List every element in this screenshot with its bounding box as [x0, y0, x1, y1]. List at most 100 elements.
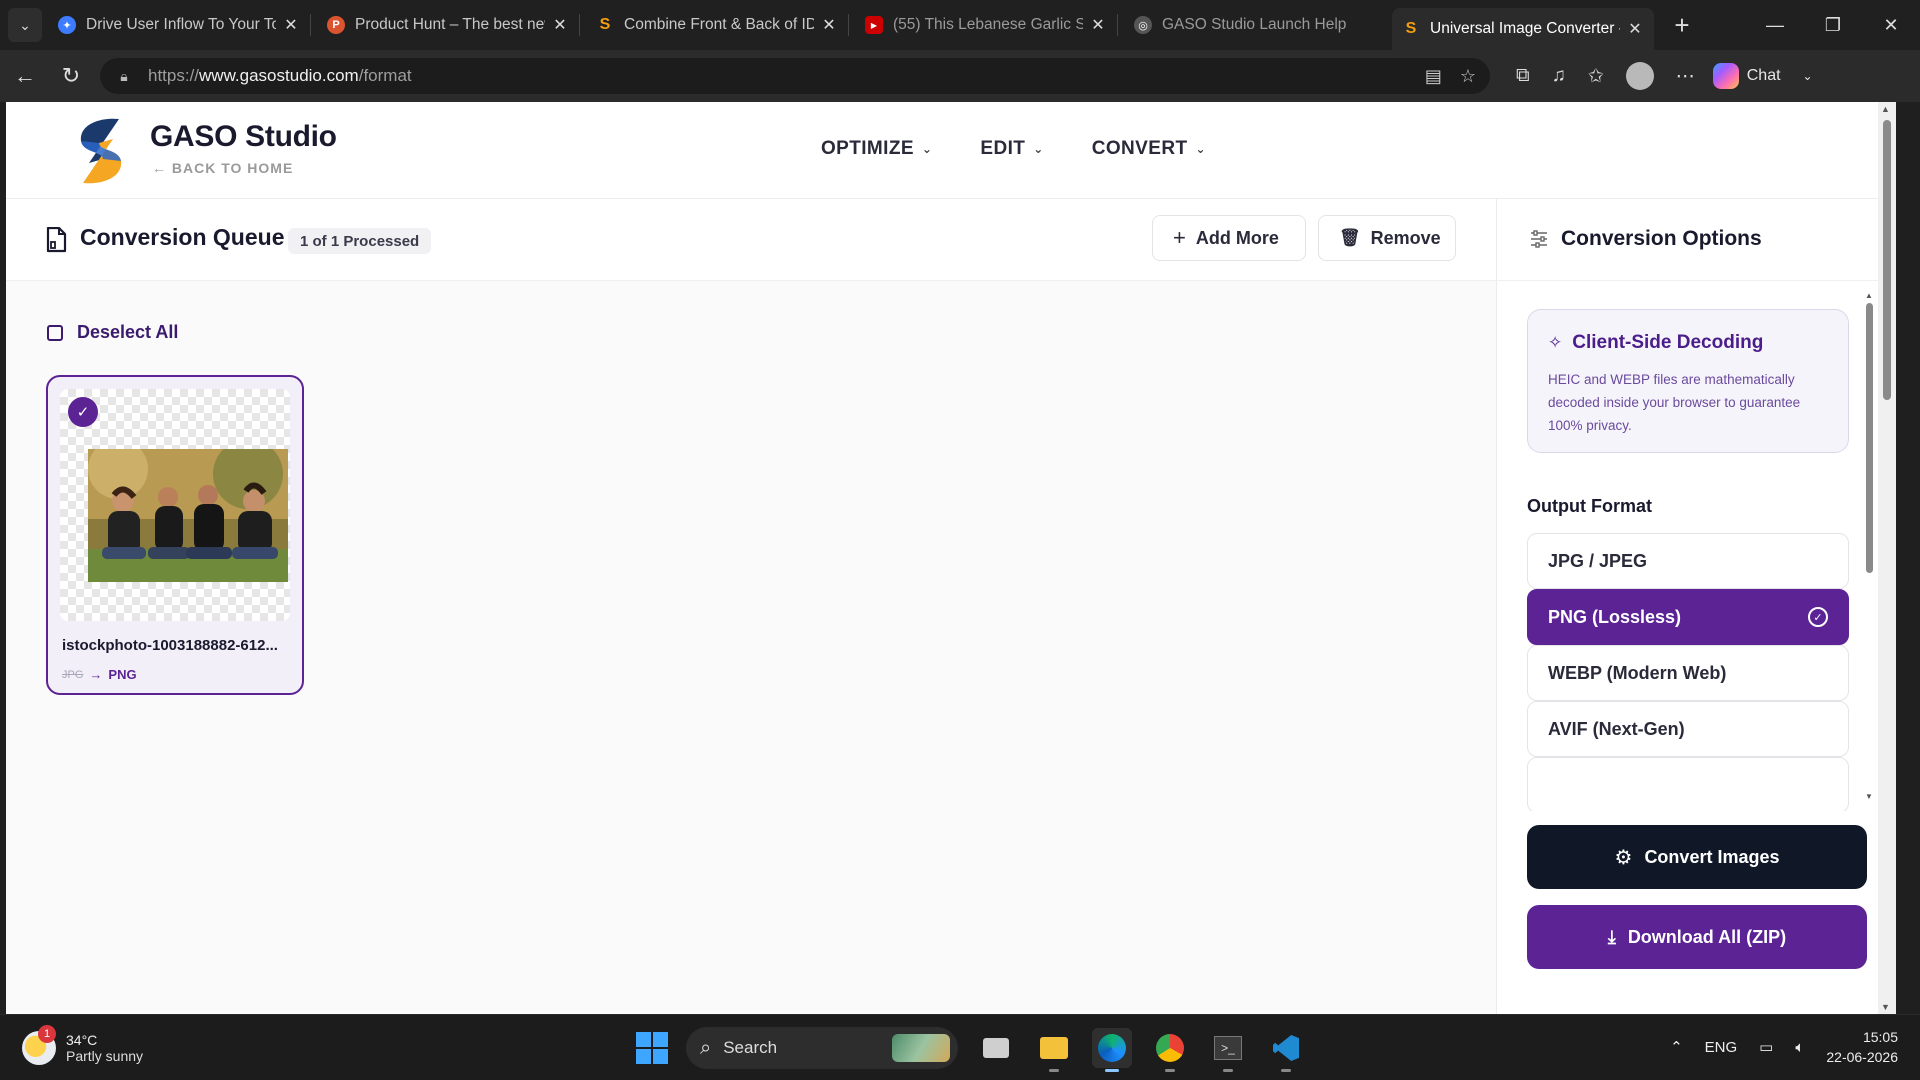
- minimize-button[interactable]: —: [1746, 0, 1804, 50]
- tab-actions-button[interactable]: ⌄: [8, 8, 42, 42]
- windows-start-icon[interactable]: [636, 1032, 668, 1064]
- file-conversion: JPG → PNG: [62, 667, 137, 682]
- tab-divider: [1117, 14, 1118, 36]
- url-field[interactable]: 🔒︎ https://www.gasostudio.com/format ▤ ☆: [100, 58, 1490, 94]
- nav-optimize[interactable]: OPTIMIZE ⌄: [821, 138, 932, 160]
- nav-label: OPTIMIZE: [821, 138, 914, 159]
- chevron-down-icon: ⌄: [921, 142, 933, 156]
- taskbar-apps: ⌕ Search >_: [636, 1027, 1306, 1072]
- url-host: www.gasostudio.com: [199, 66, 359, 85]
- sparkles-icon: ✧: [1548, 333, 1563, 352]
- remove-button[interactable]: 🗑︎ Remove: [1318, 215, 1456, 261]
- vscode-icon[interactable]: [1266, 1028, 1306, 1072]
- image-thumbnail: [88, 449, 288, 582]
- network-icon[interactable]: ▭: [1759, 1038, 1773, 1056]
- window-close-button[interactable]: ✕: [1862, 0, 1920, 50]
- file-card[interactable]: ✓ istockphoto-1003188882-612... JPG → PN…: [46, 375, 304, 695]
- profile-avatar[interactable]: [1625, 62, 1654, 90]
- close-icon[interactable]: ✕: [551, 15, 569, 35]
- chrome-icon[interactable]: [1150, 1028, 1190, 1072]
- main-nav: OPTIMIZE ⌄ EDIT ⌄ CONVERT ⌄: [821, 138, 1206, 160]
- taskbar-search[interactable]: ⌕ Search: [686, 1027, 958, 1069]
- new-tab-button[interactable]: +: [1664, 7, 1700, 43]
- clock[interactable]: 15:05 22-06-2026: [1826, 1027, 1898, 1067]
- copilot-icon: [1712, 63, 1739, 89]
- more-icon[interactable]: ⋯: [1676, 65, 1695, 88]
- scroll-down-icon[interactable]: ▼: [1865, 792, 1873, 801]
- format-label: WEBP (Modern Web): [1548, 662, 1727, 683]
- favorite-star-icon[interactable]: ☆: [1460, 66, 1476, 87]
- options-scrollbar[interactable]: ▲ ▼: [1864, 291, 1874, 801]
- media-icon[interactable]: ♫: [1552, 65, 1566, 87]
- weather-desc: Partly sunny: [66, 1048, 144, 1064]
- edge-icon[interactable]: [1092, 1028, 1132, 1072]
- close-icon[interactable]: ✕: [1626, 19, 1644, 39]
- deselect-all-toggle[interactable]: Deselect All: [47, 322, 178, 343]
- close-icon[interactable]: ✕: [282, 15, 300, 35]
- window-controls: — ❐ ✕: [1746, 0, 1920, 50]
- scrollbar-thumb[interactable]: [1883, 120, 1891, 400]
- options-scroll-area[interactable]: ✧ Client-Side Decoding HEIC and WEBP fil…: [1497, 281, 1879, 811]
- format-option-webp[interactable]: WEBP (Modern Web): [1527, 645, 1849, 701]
- scrollbar-thumb[interactable]: [1866, 303, 1873, 573]
- info-callout: ✧ Client-Side Decoding HEIC and WEBP fil…: [1527, 309, 1849, 453]
- format-option-png[interactable]: PNG (Lossless) ✓: [1527, 589, 1849, 645]
- file-explorer-icon[interactable]: [1034, 1028, 1074, 1072]
- options-title: Conversion Options: [1561, 227, 1762, 250]
- tab-divider: [579, 14, 580, 36]
- back-button[interactable]: ←: [4, 55, 46, 97]
- nav-edit[interactable]: EDIT ⌄: [980, 138, 1043, 160]
- target-format: PNG: [108, 667, 137, 682]
- selected-check-icon[interactable]: ✓: [68, 397, 98, 427]
- output-format-label: Output Format: [1527, 496, 1652, 516]
- convert-images-button[interactable]: ⚙ Convert Images: [1527, 825, 1867, 889]
- gaso-logo[interactable]: [69, 115, 133, 187]
- scroll-up-icon[interactable]: ▲: [1865, 291, 1873, 300]
- browser-tab-3[interactable]: S Combine Front & Back of ID C ✕: [586, 7, 848, 43]
- scroll-up-icon[interactable]: ▲: [1881, 104, 1890, 114]
- openai-icon: ◎: [1134, 16, 1152, 34]
- search-highlight-image: [892, 1034, 950, 1062]
- reading-mode-icon[interactable]: ▤: [1425, 66, 1442, 87]
- format-option-avif[interactable]: AVIF (Next-Gen): [1527, 701, 1849, 757]
- browser-tab-5[interactable]: ◎ GASO Studio Launch Help: [1124, 7, 1386, 43]
- reload-button[interactable]: ↻: [50, 55, 92, 97]
- browser-tab-4[interactable]: ▶ (55) This Lebanese Garlic Sau ✕: [855, 7, 1117, 43]
- close-icon[interactable]: ✕: [820, 15, 838, 35]
- language-indicator[interactable]: ENG: [1705, 1039, 1738, 1056]
- format-option-jpg[interactable]: JPG / JPEG: [1527, 533, 1849, 589]
- scroll-down-icon[interactable]: ▼: [1881, 1002, 1890, 1012]
- back-to-home-link[interactable]: ← BACK TO HOME: [152, 160, 293, 176]
- plus-icon: +: [1173, 225, 1186, 250]
- copilot-chat-button[interactable]: Chat ⌄: [1712, 63, 1813, 89]
- format-option-partial[interactable]: [1527, 757, 1849, 811]
- brand-name[interactable]: GASO Studio: [150, 120, 337, 154]
- site-header: GASO Studio ← BACK TO HOME OPTIMIZE ⌄ EDI…: [6, 102, 1878, 199]
- maximize-button[interactable]: ❐: [1804, 0, 1862, 50]
- chevron-down-icon[interactable]: ⌄: [1803, 69, 1813, 83]
- close-icon[interactable]: ✕: [1089, 15, 1107, 35]
- browser-tab-2[interactable]: P Product Hunt – The best new ✕: [317, 7, 579, 43]
- weather-temp: 34°C: [66, 1032, 98, 1048]
- checkbox[interactable]: [47, 324, 63, 341]
- add-more-button[interactable]: + Add More: [1152, 215, 1306, 261]
- conversion-options-panel: Conversion Options ✧ Client-Side Decodin…: [1496, 199, 1879, 1014]
- chevron-up-icon[interactable]: ⌃: [1670, 1038, 1683, 1056]
- search-icon: ⌕: [700, 1036, 712, 1059]
- nav-convert[interactable]: CONVERT ⌄: [1092, 138, 1206, 160]
- tab-divider: [310, 14, 311, 36]
- download-all-button[interactable]: ⤓ Download All (ZIP): [1527, 905, 1867, 969]
- page-scrollbar[interactable]: ▲ ▼: [1878, 102, 1896, 1014]
- weather-widget[interactable]: 1 34°C Partly sunny: [22, 1025, 144, 1065]
- terminal-icon[interactable]: >_: [1208, 1028, 1248, 1072]
- extensions-icon[interactable]: ⧉: [1516, 65, 1530, 87]
- browser-tab-1[interactable]: ✦ Drive User Inflow To Your Too ✕: [48, 7, 310, 43]
- conversion-arrow: →: [89, 667, 103, 682]
- check-circle-icon: ✓: [1808, 607, 1828, 627]
- browser-tab-6[interactable]: S Universal Image Converter - F ✕: [1392, 8, 1654, 50]
- task-view-icon[interactable]: [976, 1028, 1016, 1068]
- sliders-icon: [1531, 230, 1547, 248]
- favorites-icon[interactable]: ✩: [1588, 65, 1604, 88]
- gaso-icon: S: [1405, 20, 1417, 37]
- volume-muted-icon[interactable]: 🔈︎: [1795, 1039, 1804, 1056]
